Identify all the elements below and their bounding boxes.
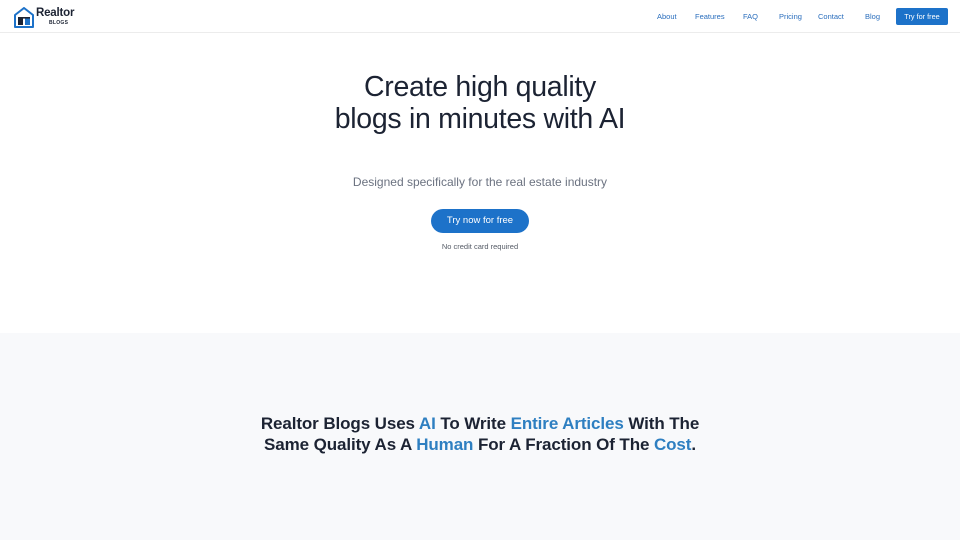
hero-section: Create high quality blogs in minutes wit… (0, 34, 960, 333)
hero-subtitle: Designed specifically for the real estat… (352, 175, 608, 189)
nav-try-for-free-button[interactable]: Try for free (896, 8, 948, 25)
hero-try-now-button[interactable]: Try now for free (431, 209, 529, 233)
features-heading: Realtor Blogs Uses AI To Write Entire Ar… (240, 413, 720, 455)
heading-highlight-entire-articles: Entire Articles (510, 414, 624, 433)
main-nav: About Features FAQ Pricing Contact Blog (0, 0, 960, 33)
nav-link-about[interactable]: About (657, 11, 677, 22)
heading-highlight-ai: AI (418, 414, 436, 433)
heading-text: To Write (435, 414, 511, 433)
nav-link-contact[interactable]: Contact (818, 11, 844, 22)
heading-text: Realtor Blogs Uses (260, 414, 419, 433)
top-navbar: Realtor BLOGS About Features FAQ Pricing… (0, 0, 960, 33)
nav-link-faq[interactable]: FAQ (743, 11, 758, 22)
heading-text: For A Fraction Of The (473, 435, 654, 454)
features-section: Realtor Blogs Uses AI To Write Entire Ar… (0, 333, 960, 540)
heading-highlight-cost: Cost (653, 435, 692, 454)
hero-title: Create high quality blogs in minutes wit… (334, 71, 626, 135)
no-credit-card-note: No credit card required (441, 242, 519, 251)
nav-link-features[interactable]: Features (695, 11, 725, 22)
nav-link-pricing[interactable]: Pricing (779, 11, 802, 22)
nav-link-blog[interactable]: Blog (865, 11, 880, 22)
heading-text: . (691, 435, 696, 454)
heading-highlight-human: Human (416, 435, 474, 454)
